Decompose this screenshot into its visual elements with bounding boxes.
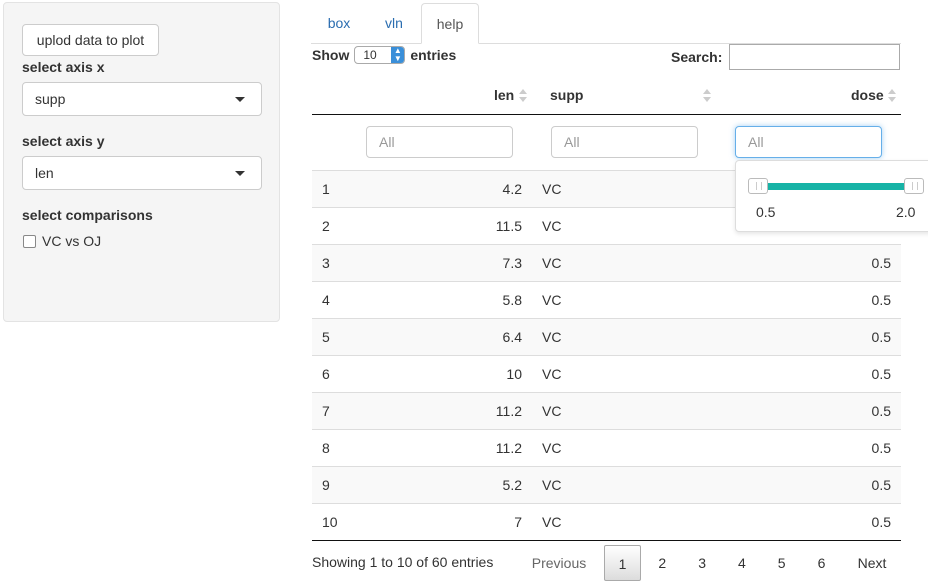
comparisons-label: select comparisons	[22, 207, 153, 223]
supp-cell: VC	[542, 255, 562, 271]
column-header-supp[interactable]: supp	[550, 87, 583, 103]
row-index-cell: 4	[322, 292, 330, 308]
axis-y-select[interactable]: len	[22, 156, 262, 190]
dose-cell: 0.5	[871, 292, 891, 308]
filter-dose-input[interactable]: All	[735, 126, 882, 158]
slider-min-value: 0.5	[756, 204, 776, 220]
len-cell: 11.5	[495, 218, 522, 234]
len-cell: 7.3	[502, 255, 522, 271]
table-row[interactable]: 9 5.2 VC 0.5	[312, 467, 901, 504]
pagination-previous[interactable]: Previous	[523, 545, 595, 581]
dose-cell: 0.5	[871, 366, 891, 382]
supp-cell: VC	[542, 366, 562, 382]
axis-x-label: select axis x	[22, 59, 105, 75]
pagination-page-3[interactable]: 3	[684, 545, 721, 581]
supp-cell: VC	[542, 403, 562, 419]
chevron-down-icon	[235, 97, 245, 102]
row-index-cell: 10	[322, 514, 338, 530]
entries-value: 10	[363, 48, 377, 62]
table-row[interactable]: 7 11.2 VC 0.5	[312, 393, 901, 430]
search-control: Search:	[671, 44, 901, 70]
filter-len-input[interactable]: All	[366, 126, 513, 158]
table-row[interactable]: 3 7.3 VC 0.5	[312, 245, 901, 282]
show-label: Show	[312, 47, 350, 63]
axis-x-value: supp	[35, 91, 66, 107]
len-cell: 5.8	[502, 292, 522, 308]
sort-icon[interactable]	[518, 88, 528, 104]
comparison-checkbox-row[interactable]: VC vs OJ	[23, 233, 101, 249]
axis-y-value: len	[35, 165, 54, 181]
table-row[interactable]: 10 7 VC 0.5	[312, 504, 901, 541]
table-row[interactable]: 6 10 VC 0.5	[312, 356, 901, 393]
row-index-cell: 1	[322, 181, 330, 197]
row-index-cell: 5	[322, 329, 330, 345]
header-divider	[312, 114, 901, 115]
table-row[interactable]: 8 11.2 VC 0.5	[312, 430, 901, 467]
comparison-checkbox[interactable]	[23, 234, 36, 248]
dose-cell: 0.5	[871, 477, 891, 493]
axis-y-label: select axis y	[22, 133, 105, 149]
supp-cell: VC	[542, 440, 562, 456]
sidebar-panel: uplod data to plot select axis x supp se…	[3, 2, 280, 322]
tab-box[interactable]: box	[311, 3, 367, 43]
column-header-dose[interactable]: dose	[851, 87, 884, 103]
supp-cell: VC	[542, 514, 562, 530]
table-info: Showing 1 to 10 of 60 entries	[312, 554, 494, 570]
supp-cell: VC	[542, 218, 562, 234]
slider-track[interactable]	[758, 183, 914, 190]
entries-label: entries	[410, 47, 457, 63]
len-cell: 5.2	[502, 477, 522, 493]
len-cell: 11.2	[495, 403, 522, 419]
supp-cell: VC	[542, 477, 562, 493]
supp-cell: VC	[542, 292, 562, 308]
pagination-page-6[interactable]: 6	[803, 545, 840, 581]
tab-vln[interactable]: vln	[367, 3, 421, 43]
supp-cell: VC	[542, 329, 562, 345]
pagination-page-1[interactable]: 1	[604, 545, 641, 581]
row-index-cell: 3	[322, 255, 330, 271]
slider-min-handle[interactable]	[748, 178, 768, 194]
row-index-cell: 8	[322, 440, 330, 456]
dose-cell: 0.5	[871, 255, 891, 271]
filter-supp-input[interactable]: All	[551, 126, 698, 158]
slider-max-value: 2.0	[896, 204, 916, 220]
dose-cell: 0.5	[871, 329, 891, 345]
len-cell: 6.4	[502, 329, 522, 345]
select-arrows-icon: ▲ ▼	[391, 47, 405, 63]
pagination-next[interactable]: Next	[846, 545, 898, 581]
len-cell: 10	[506, 366, 522, 382]
dose-cell: 0.5	[871, 514, 891, 530]
tab-help[interactable]: help	[421, 3, 479, 44]
entries-length-control: Show 10 ▲ ▼ entries	[312, 46, 456, 64]
table-row[interactable]: 4 5.8 VC 0.5	[312, 282, 901, 319]
upload-data-button[interactable]: uplod data to plot	[22, 24, 159, 56]
pagination-page-5[interactable]: 5	[763, 545, 800, 581]
axis-x-select[interactable]: supp	[22, 82, 262, 116]
entries-select[interactable]: 10 ▲ ▼	[354, 46, 406, 64]
supp-cell: VC	[542, 181, 562, 197]
len-cell: 7	[514, 514, 522, 530]
tab-bar: box vln help	[311, 3, 901, 44]
pagination-page-4[interactable]: 4	[723, 545, 760, 581]
dose-range-slider-popup: 0.5 2.0	[735, 160, 928, 232]
len-cell: 4.2	[502, 181, 522, 197]
slider-max-handle[interactable]	[904, 178, 924, 194]
column-header-len[interactable]: len	[494, 87, 514, 103]
dose-cell: 0.5	[871, 440, 891, 456]
row-index-cell: 7	[322, 403, 330, 419]
row-index-cell: 9	[322, 477, 330, 493]
pagination-page-2[interactable]: 2	[644, 545, 681, 581]
len-cell: 11.2	[495, 440, 522, 456]
chevron-down-icon	[235, 171, 245, 176]
sort-icon[interactable]	[887, 88, 897, 104]
dose-cell: 0.5	[871, 403, 891, 419]
comparison-option-label: VC vs OJ	[42, 233, 102, 249]
search-label: Search:	[671, 49, 723, 65]
row-index-cell: 2	[322, 218, 330, 234]
row-index-cell: 6	[322, 366, 330, 382]
search-input[interactable]	[729, 44, 901, 70]
sort-icon[interactable]	[702, 88, 712, 104]
table-row[interactable]: 5 6.4 VC 0.5	[312, 319, 901, 356]
